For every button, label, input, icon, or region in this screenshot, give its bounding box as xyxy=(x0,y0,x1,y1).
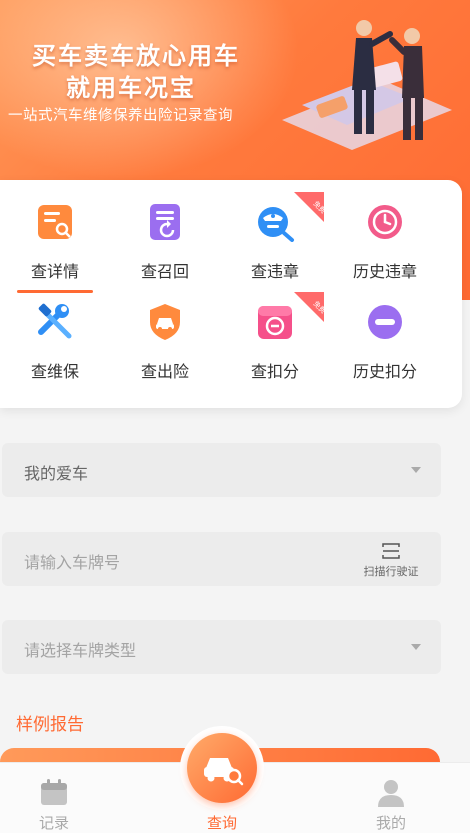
chevron-down-icon xyxy=(411,467,421,473)
nav-mine[interactable]: 我的 xyxy=(341,763,441,833)
plate-number-placeholder: 请输入车牌号 xyxy=(24,553,121,572)
nav-records[interactable]: 记录 xyxy=(4,763,104,833)
services-grid: 查详情 查召回 免费 查违章 历史违章 查维保 查出险 免费 查扣分 历史扣分 xyxy=(0,180,462,408)
service-label: 历史违章 xyxy=(352,262,417,281)
nav-mine-label: 我的 xyxy=(375,814,406,832)
service-check-details[interactable]: 查详情 xyxy=(0,180,110,281)
service-check-maintenance[interactable]: 查维保 xyxy=(0,280,110,381)
business-handshake-illustration xyxy=(282,20,452,150)
nav-query-label: 查询 xyxy=(206,814,237,832)
car-shield-icon xyxy=(150,304,180,340)
scan-icon xyxy=(382,543,400,559)
service-label: 查违章 xyxy=(250,262,299,281)
service-check-recall[interactable]: 查召回 xyxy=(110,180,220,281)
banner-title-line2: 就用车况宝 xyxy=(66,74,196,102)
query-center-button[interactable] xyxy=(187,733,257,803)
plate-type-placeholder: 请选择车牌类型 xyxy=(24,641,137,660)
wrench-hammer-icon xyxy=(38,303,72,339)
banner-subtitle: 一站式汽车维修保养出险记录查询 xyxy=(8,108,233,124)
free-badge-icon: 免费 xyxy=(294,192,324,222)
service-label: 查出险 xyxy=(140,362,189,381)
minus-box-icon xyxy=(258,306,292,339)
service-check-points[interactable]: 免费 查扣分 xyxy=(220,280,330,381)
scan-license-label: 扫描行驶证 xyxy=(363,565,419,578)
free-badge-icon: 免费 xyxy=(294,292,324,322)
sample-report-title: 样例报告 xyxy=(16,715,84,735)
user-icon xyxy=(378,780,404,807)
chevron-down-icon xyxy=(411,644,421,650)
recall-doc-icon xyxy=(150,204,180,240)
plate-type-select[interactable]: 请选择车牌类型 xyxy=(2,620,441,674)
scan-license-button[interactable]: 扫描行驶证 xyxy=(359,542,423,578)
minus-circle-icon xyxy=(368,305,402,339)
my-car-label: 我的爱车 xyxy=(24,464,89,483)
banner-title-line1: 买车卖车放心用车 xyxy=(32,42,240,70)
calendar-icon xyxy=(41,779,67,805)
service-check-violations[interactable]: 免费 查违章 xyxy=(220,180,330,281)
police-search-icon xyxy=(258,207,294,242)
service-label: 查维保 xyxy=(30,362,79,381)
car-search-icon xyxy=(204,758,244,786)
nav-records-label: 记录 xyxy=(38,814,69,832)
service-label: 历史扣分 xyxy=(352,362,417,381)
report-search-icon xyxy=(38,205,72,239)
clock-icon xyxy=(368,205,402,239)
service-history-points[interactable]: 历史扣分 xyxy=(330,280,440,381)
service-label: 查详情 xyxy=(30,262,79,281)
service-label: 查召回 xyxy=(140,262,189,281)
service-check-accident[interactable]: 查出险 xyxy=(110,280,220,381)
service-label: 查扣分 xyxy=(250,362,299,381)
plate-number-input[interactable]: 请输入车牌号 扫描行驶证 xyxy=(2,532,441,586)
service-history-violations[interactable]: 历史违章 xyxy=(330,180,440,281)
my-car-select[interactable]: 我的爱车 xyxy=(2,443,441,497)
